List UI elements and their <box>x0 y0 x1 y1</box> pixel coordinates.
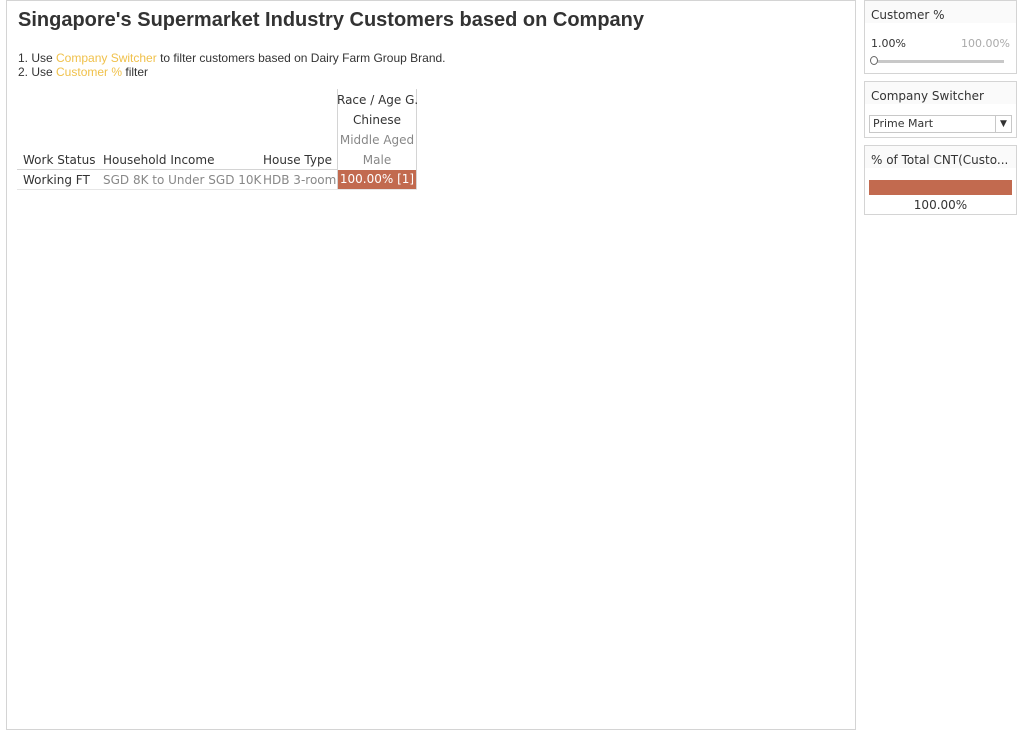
color-legend: % of Total CNT(Custo... 100.00% <box>864 145 1017 215</box>
dashboard-canvas: Singapore's Supermarket Industry Custome… <box>6 0 856 730</box>
column-header-gender[interactable]: Male <box>337 153 417 167</box>
row-header-house-type[interactable]: House Type <box>263 153 332 167</box>
company-switcher-title: Company Switcher <box>865 82 1016 104</box>
customer-pct-max: 100.00% <box>961 37 1010 50</box>
column-header-race[interactable]: Chinese <box>337 113 417 127</box>
instruction-1-suffix: to filter customers based on Dairy Farm … <box>156 51 446 65</box>
legend-color-bar <box>869 180 1012 195</box>
company-switcher-filter: Company Switcher Prime Mart ▼ <box>864 81 1017 138</box>
column-header-age[interactable]: Middle Aged <box>337 133 417 147</box>
instruction-1-highlight: Company Switcher <box>56 51 157 65</box>
instruction-2-prefix: 2. Use <box>18 65 57 79</box>
company-switcher-value: Prime Mart <box>873 117 934 130</box>
header-divider <box>17 169 337 170</box>
instruction-1: 1. Use Company Switcher to filter custom… <box>18 51 446 65</box>
column-header-title: Race / Age G.. <box>337 93 417 107</box>
cell-household-income[interactable]: SGD 8K to Under SGD 10K <box>103 173 261 187</box>
cell-house-type[interactable]: HDB 3-room <box>263 173 336 187</box>
customer-pct-min: 1.00% <box>871 37 906 50</box>
legend-title: % of Total CNT(Custo... <box>865 146 1016 168</box>
row-header-household-income[interactable]: Household Income <box>103 153 214 167</box>
company-switcher-dropdown[interactable]: Prime Mart ▼ <box>869 115 1012 133</box>
instruction-2-highlight: Customer % <box>56 65 123 79</box>
instruction-1-prefix: 1. Use <box>18 51 57 65</box>
customer-pct-slider-thumb[interactable] <box>870 56 878 65</box>
customer-pct-filter: Customer % 1.00% 100.00% <box>864 0 1017 74</box>
row-divider <box>17 189 417 190</box>
cell-value[interactable]: 100.00% [1] <box>338 170 416 189</box>
customer-pct-title: Customer % <box>865 1 1016 23</box>
instruction-2-suffix: filter <box>122 65 149 79</box>
instruction-2: 2. Use Customer % filter <box>18 65 148 79</box>
cell-work-status[interactable]: Working FT <box>23 173 90 187</box>
dashboard-title: Singapore's Supermarket Industry Custome… <box>18 9 645 31</box>
row-header-work-status[interactable]: Work Status <box>23 153 95 167</box>
customer-pct-slider-track[interactable] <box>875 60 1004 63</box>
legend-value: 100.00% <box>913 198 968 212</box>
chevron-down-icon[interactable]: ▼ <box>995 116 1011 132</box>
